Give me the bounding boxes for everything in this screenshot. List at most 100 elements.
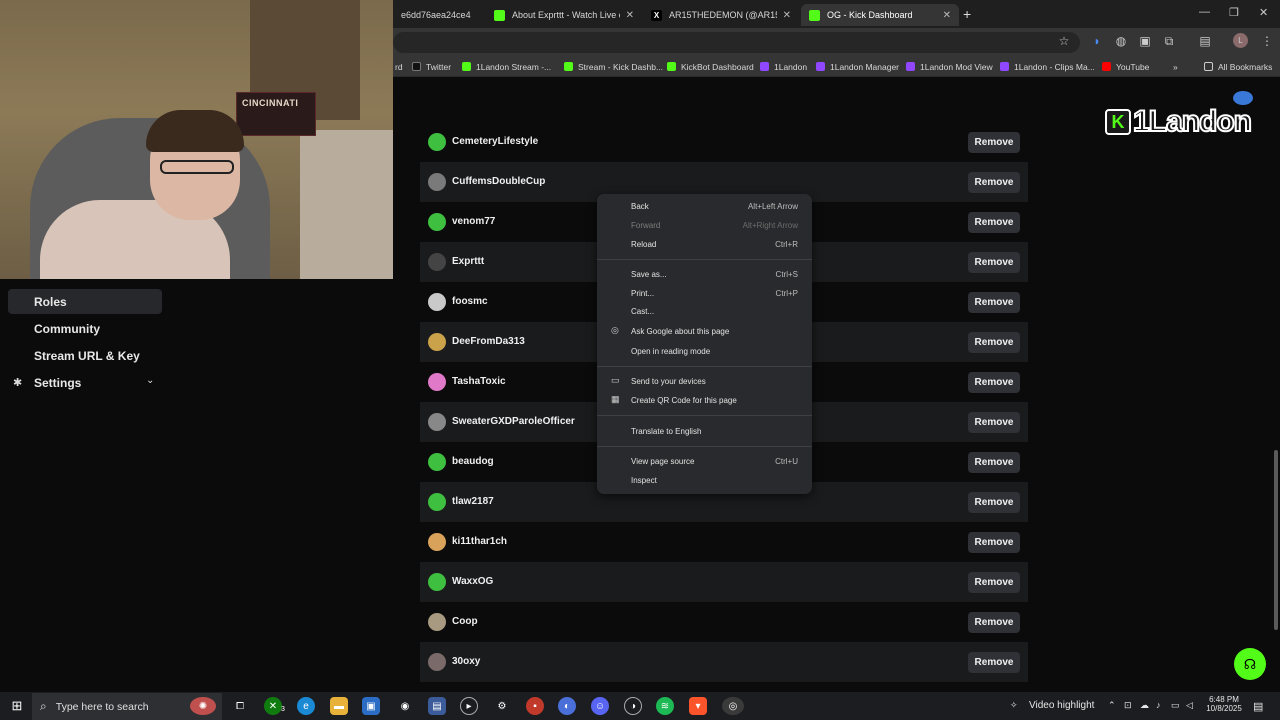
bookmark-item[interactable]: 1Landon — [760, 60, 807, 73]
browser-tab-active[interactable]: OG - Kick Dashboard ✕ — [801, 4, 959, 26]
menu-item-inspect[interactable]: Inspect — [597, 472, 812, 490]
browser-tab[interactable]: About Exprttt - Watch Live on K ✕ — [486, 4, 642, 26]
menu-item-reading-mode[interactable]: Open in reading mode — [597, 343, 812, 361]
sidebar-item-settings[interactable]: Settings — [8, 370, 162, 395]
remove-button[interactable]: Remove — [968, 252, 1020, 273]
close-window-button[interactable]: ✕ — [1259, 6, 1268, 19]
store-icon[interactable]: ▣ — [362, 697, 380, 715]
side-panel-icon[interactable]: ▤ — [1197, 33, 1213, 49]
bookmark-item[interactable]: 1Landon Mod View — [906, 60, 993, 73]
network-icon[interactable]: ▭ — [1171, 700, 1180, 711]
menu-item-forward[interactable]: Forward Alt+Right Arrow — [597, 217, 812, 235]
bookmark-item[interactable]: YouTube — [1102, 60, 1149, 73]
remove-button[interactable]: Remove — [968, 612, 1020, 633]
xbox-icon[interactable]: ✕ — [264, 697, 282, 715]
address-bar[interactable] — [393, 32, 1080, 53]
file-explorer-icon[interactable]: ▬ — [330, 697, 348, 715]
bookmark-item[interactable]: KickBot Dashboard — [667, 60, 754, 73]
settings-gear-icon[interactable]: ⚙ — [493, 697, 511, 715]
obs-icon[interactable]: ◉ — [396, 697, 414, 715]
browser-tab[interactable]: e6dd76aea24ce4 — [393, 4, 485, 26]
menu-item-translate[interactable]: Translate to English — [597, 423, 812, 441]
all-bookmarks-button[interactable]: All Bookmarks — [1204, 60, 1272, 73]
app-icon[interactable]: ▪ — [526, 697, 544, 715]
windows-start-icon[interactable]: ⊞ — [8, 697, 26, 715]
avatar — [428, 293, 446, 311]
kick-icon — [564, 62, 573, 71]
chrome-icon[interactable]: ◎ — [722, 697, 744, 715]
username: foosmc — [452, 296, 488, 307]
remove-button[interactable]: Remove — [968, 412, 1020, 433]
tray-icon[interactable]: ⊡ — [1124, 700, 1132, 711]
menu-item-save-as[interactable]: Save as... Ctrl+S — [597, 266, 812, 284]
remove-button[interactable]: Remove — [968, 212, 1020, 233]
menu-item-ask-google[interactable]: ◎ Ask Google about this page — [597, 323, 812, 341]
remove-button[interactable]: Remove — [968, 492, 1020, 513]
new-tab-button[interactable]: + — [963, 6, 971, 22]
bookmarks-overflow-button[interactable]: » — [1173, 60, 1178, 73]
remove-button[interactable]: Remove — [968, 292, 1020, 313]
discord-icon[interactable]: ☺ — [591, 697, 609, 715]
profile-avatar[interactable]: L — [1233, 33, 1248, 48]
remove-button[interactable]: Remove — [968, 132, 1020, 153]
task-view-icon[interactable]: ⧠ — [231, 697, 249, 715]
app-icon[interactable]: ◐ — [558, 697, 576, 715]
twitch-icon — [816, 62, 825, 71]
bookmark-item[interactable]: 1Landon - Clips Ma... — [1000, 60, 1095, 73]
remove-button[interactable]: Remove — [968, 532, 1020, 553]
menu-item-cast[interactable]: Cast... — [597, 303, 812, 321]
extension-icon[interactable]: ◍ — [1113, 33, 1129, 49]
close-tab-icon[interactable]: ✕ — [783, 10, 791, 21]
bookmark-star-icon[interactable]: ☆ — [1056, 33, 1072, 49]
cloud-icon[interactable]: ☁ — [1140, 700, 1149, 711]
remove-button[interactable]: Remove — [968, 572, 1020, 593]
extensions-puzzle-icon[interactable]: ⧉ — [1161, 33, 1177, 49]
chevron-down-icon[interactable]: ⌄ — [146, 375, 154, 386]
media-player-icon[interactable]: ▸ — [460, 697, 478, 715]
remove-button[interactable]: Remove — [968, 652, 1020, 673]
extension-icon[interactable]: ▣ — [1137, 33, 1153, 49]
video-highlight-label[interactable]: Video highlight — [1029, 700, 1094, 711]
chevron-up-icon[interactable]: ⌃ — [1108, 700, 1116, 711]
webcam-flag-text: CINCINNATI — [242, 98, 299, 108]
notifications-icon[interactable]: ▤ — [1253, 700, 1263, 713]
remove-button[interactable]: Remove — [968, 372, 1020, 393]
tab-title: AR15THEDEMON (@AR15thed — [669, 10, 777, 20]
menu-item-qr-code[interactable]: ▦ Create QR Code for this page — [597, 392, 812, 410]
bookmark-item[interactable]: 1Landon Stream -... — [462, 60, 551, 73]
spotify-icon[interactable]: ≋ — [656, 697, 674, 715]
remove-button[interactable]: Remove — [968, 452, 1020, 473]
bookmark-item[interactable]: Twitter — [412, 60, 451, 73]
menu-item-back[interactable]: Back Alt+Left Arrow — [597, 198, 812, 216]
support-chat-icon[interactable]: ☊ — [1234, 648, 1266, 680]
clock[interactable]: 6:48 PM 10/8/2025 — [1206, 695, 1242, 713]
kebab-menu-icon[interactable]: ⋮ — [1259, 33, 1275, 49]
all-bookmarks-label: All Bookmarks — [1218, 61, 1273, 72]
remove-button[interactable]: Remove — [968, 172, 1020, 193]
volume-icon[interactable]: ◁ — [1186, 700, 1193, 711]
restore-button[interactable]: ❐ — [1229, 6, 1239, 19]
tab-title: OG - Kick Dashboard — [827, 10, 913, 20]
browser-tab[interactable]: X AR15THEDEMON (@AR15thed ✕ — [643, 4, 799, 26]
app-icon[interactable]: ◑ — [624, 697, 642, 715]
menu-item-view-source[interactable]: View page source Ctrl+U — [597, 453, 812, 471]
sidebar-item-community[interactable]: Community — [8, 316, 162, 341]
microphone-icon[interactable]: ♪ — [1156, 700, 1161, 710]
sidebar-item-roles[interactable]: Roles — [8, 289, 162, 314]
menu-item-reload[interactable]: Reload Ctrl+R — [597, 236, 812, 254]
close-tab-icon[interactable]: ✕ — [943, 10, 951, 21]
bookmark-item[interactable]: 1Landon Manager — [816, 60, 899, 73]
bookmark-item[interactable]: rd — [395, 60, 403, 73]
extension-icon[interactable]: ◗ — [1089, 33, 1105, 49]
menu-item-send-to-devices[interactable]: ▭ Send to your devices — [597, 373, 812, 391]
brave-icon[interactable]: ▾ — [689, 697, 707, 715]
calculator-icon[interactable]: ▤ — [428, 697, 446, 715]
menu-item-print[interactable]: Print... Ctrl+P — [597, 285, 812, 303]
scrollbar[interactable] — [1274, 450, 1278, 630]
sidebar-item-stream-url[interactable]: Stream URL & Key — [8, 343, 162, 368]
close-tab-icon[interactable]: ✕ — [626, 10, 634, 21]
remove-button[interactable]: Remove — [968, 332, 1020, 353]
bookmark-item[interactable]: Stream - Kick Dashb... — [564, 60, 663, 73]
minimize-button[interactable]: — — [1199, 6, 1210, 18]
edge-icon[interactable]: e — [297, 697, 315, 715]
